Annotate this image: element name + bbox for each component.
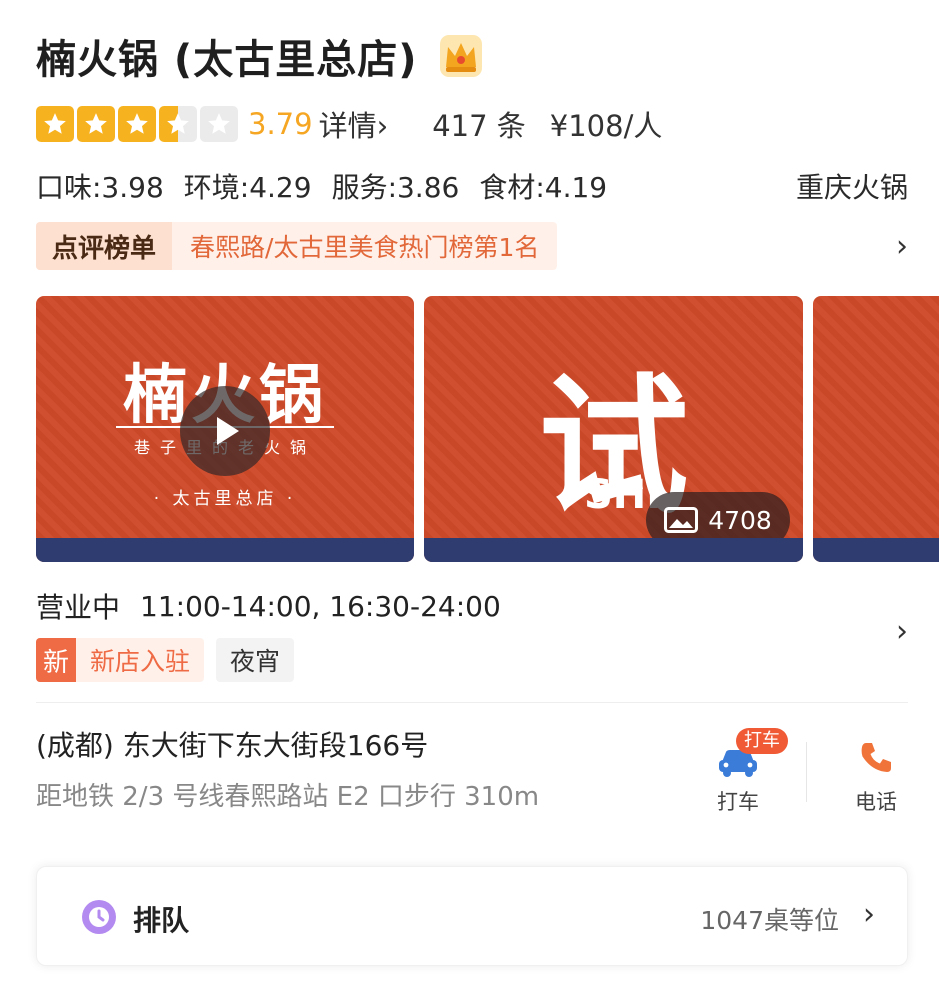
queue-card[interactable]: 排队 1047桌等位 › xyxy=(36,866,908,966)
taxi-label: 打车 xyxy=(717,790,759,814)
taxi-button[interactable]: 打车 打车 xyxy=(698,728,788,814)
star-icon xyxy=(118,106,156,142)
review-count[interactable]: 417 条 xyxy=(432,103,526,145)
rating-row: 3.79 详情› 417 条 ¥108/人 xyxy=(36,102,662,146)
star-icon xyxy=(36,106,74,142)
thumbnail-stripe xyxy=(813,538,939,562)
taxi-badge: 打车 xyxy=(736,728,788,754)
empty-star-icon xyxy=(200,106,238,142)
shop-name: 楠火锅 (太古里总店) xyxy=(36,37,418,83)
half-star-icon xyxy=(159,106,197,142)
rating-score: 3.79 xyxy=(248,107,313,141)
title-row: 楠火锅 (太古里总店) xyxy=(36,26,486,86)
image-icon xyxy=(664,507,699,533)
environment-score: 环境:4.29 xyxy=(183,171,312,204)
crown-icon xyxy=(439,35,482,77)
thumbnail-stripe xyxy=(36,538,414,562)
rank-badge: 点评榜单 xyxy=(36,222,173,270)
business-hours[interactable]: 营业中 11:00-14:00, 16:30-24:00 xyxy=(36,586,908,626)
chevron-right-icon[interactable]: › xyxy=(863,897,875,932)
photo-thumbnail[interactable] xyxy=(813,296,939,562)
late-night-tag: 夜宵 xyxy=(216,638,295,682)
chevron-right-icon: › xyxy=(376,109,389,143)
play-icon xyxy=(217,417,239,445)
phone-label: 电话 xyxy=(855,790,897,814)
video-thumbnail[interactable]: 楠火锅 巷子里的老火锅 · 太古里总店 · xyxy=(36,296,414,562)
chevron-right-icon[interactable]: › xyxy=(896,614,908,649)
thumbnail-stripe xyxy=(424,538,803,562)
address-line[interactable]: (成都) 东大街下东大街段166号 xyxy=(36,724,428,764)
rank-text: 春熙路/太古里美食热门榜第1名 xyxy=(190,233,540,262)
open-status: 营业中 xyxy=(36,591,121,624)
rank-row[interactable]: 点评榜单 春熙路/太古里美食热门榜第1名 › xyxy=(36,222,908,270)
rating-detail-link[interactable]: 详情› xyxy=(319,103,389,145)
divider xyxy=(806,742,807,802)
queue-count: 1047桌等位 xyxy=(700,906,839,935)
ingredients-score: 食材:4.19 xyxy=(479,171,608,204)
divider xyxy=(36,702,908,703)
new-badge: 新 xyxy=(36,638,76,682)
new-shop-text: 新店入驻 xyxy=(90,647,191,676)
opening-times: 11:00-14:00, 16:30-24:00 xyxy=(140,589,501,623)
photo-count: 4708 xyxy=(708,505,772,535)
sub-scores-row: 口味:3.98 环境:4.29 服务:3.86 食材:4.19 重庆火锅 xyxy=(36,164,908,208)
tags-row: 新 新店入驻 夜宵 xyxy=(36,638,295,682)
taste-score: 口味:3.98 xyxy=(36,171,164,204)
star-icon xyxy=(77,106,115,142)
metro-distance: 距地铁 2/3 号线春熙路站 E2 口步行 310m xyxy=(36,782,540,812)
queue-label: 排队 xyxy=(133,904,190,937)
photo-thumbnail[interactable]: 试 SHI 4708 xyxy=(424,296,803,562)
play-button[interactable] xyxy=(180,386,270,476)
new-shop-tag: 新 新店入驻 xyxy=(36,638,205,682)
star-rating xyxy=(36,106,238,142)
phone-button[interactable]: 电话 xyxy=(836,734,916,814)
rank-banner[interactable]: 点评榜单 春熙路/太古里美食热门榜第1名 xyxy=(36,222,558,270)
price-per-person: ¥108/人 xyxy=(549,109,663,143)
media-carousel[interactable]: 楠火锅 巷子里的老火锅 · 太古里总店 · 试 SHI 4708 xyxy=(36,296,939,562)
clock-icon xyxy=(82,900,116,934)
service-score: 服务:3.86 xyxy=(331,171,460,204)
phone-icon xyxy=(861,743,891,772)
chevron-right-icon[interactable]: › xyxy=(896,229,908,264)
video-branch: · 太古里总店 · xyxy=(153,489,297,509)
category-label[interactable]: 重庆火锅 xyxy=(796,166,908,206)
